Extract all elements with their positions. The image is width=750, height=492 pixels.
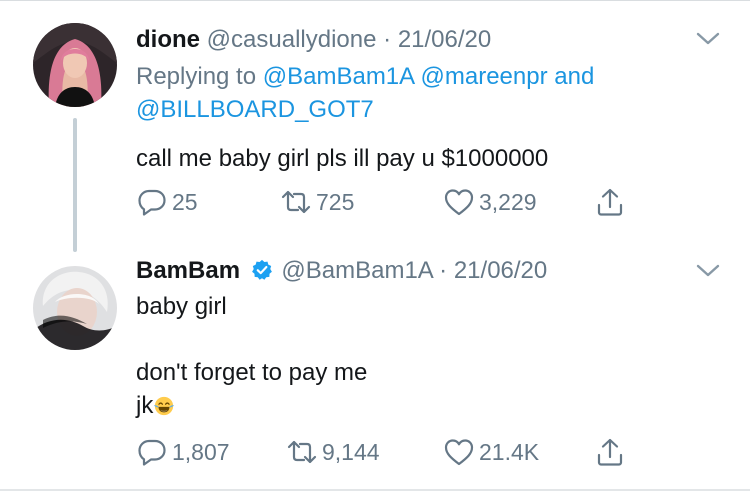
share-icon (597, 188, 623, 216)
reply-count: 25 (172, 188, 198, 215)
avatar-bambam[interactable] (33, 266, 117, 350)
mention-and: and (554, 63, 595, 90)
tweet-text: call me baby girl pls ill pay u $1000000 (136, 145, 549, 172)
mention-link[interactable]: @mareenpr (421, 63, 548, 90)
retweet-icon (281, 190, 311, 214)
reply-button[interactable]: 1,807 (136, 436, 230, 468)
retweet-count: 9,144 (322, 438, 380, 465)
user-handle[interactable]: @casuallydione (207, 26, 377, 53)
share-icon (597, 438, 623, 466)
chevron-down-icon[interactable] (694, 30, 722, 48)
top-divider (0, 0, 750, 1)
tweet-text: baby girl don't forget to pay me jk (136, 290, 367, 422)
reply-count: 1,807 (172, 438, 230, 465)
mention-link[interactable]: @BILLBOARD_GOT7 (136, 96, 374, 123)
like-button[interactable]: 21.4K (443, 436, 539, 468)
reply-button[interactable]: 25 (136, 186, 198, 218)
like-count: 21.4K (479, 438, 540, 465)
display-name[interactable]: dione (136, 26, 200, 53)
avatar-bambam-image (33, 266, 117, 350)
verified-badge-icon (251, 259, 272, 280)
separator-dot: · (383, 26, 392, 53)
like-count: 3,229 (479, 188, 537, 215)
avatar-dione[interactable] (33, 23, 117, 107)
share-button[interactable] (594, 186, 626, 218)
avatar-dione-image (33, 23, 117, 107)
user-handle[interactable]: @BamBam1A (281, 257, 432, 284)
retweet-button[interactable]: 9,144 (286, 436, 380, 468)
replying-label: Replying to (136, 63, 257, 90)
retweet-button[interactable]: 725 (280, 186, 354, 218)
share-button[interactable] (594, 436, 626, 468)
separator-dot: · (439, 257, 448, 284)
retweet-count: 725 (316, 188, 355, 215)
display-name[interactable]: BamBam (136, 257, 240, 284)
reply-icon (138, 439, 166, 466)
reply-icon (138, 189, 166, 216)
replying-to: Replying to @BamBam1A @mareenpr and @BIL… (136, 60, 676, 126)
face-with-tears-of-joy-icon (154, 396, 175, 416)
tweet-date[interactable]: 21/06/20 (398, 26, 491, 53)
mention-link[interactable]: @BamBam1A (263, 63, 414, 90)
tweet-date[interactable]: 21/06/20 (454, 257, 547, 284)
retweet-icon (287, 440, 317, 464)
like-icon (444, 439, 474, 466)
tweet-header: BamBam @BamBam1A · 21/06/20 (136, 256, 547, 286)
like-icon (444, 189, 474, 216)
chevron-down-icon[interactable] (694, 262, 722, 280)
thread-connector-line (73, 118, 77, 252)
like-button[interactable]: 3,229 (443, 186, 537, 218)
tweet-header: dione @casuallydione · 21/06/20 (136, 25, 491, 55)
bottom-divider (0, 489, 750, 491)
